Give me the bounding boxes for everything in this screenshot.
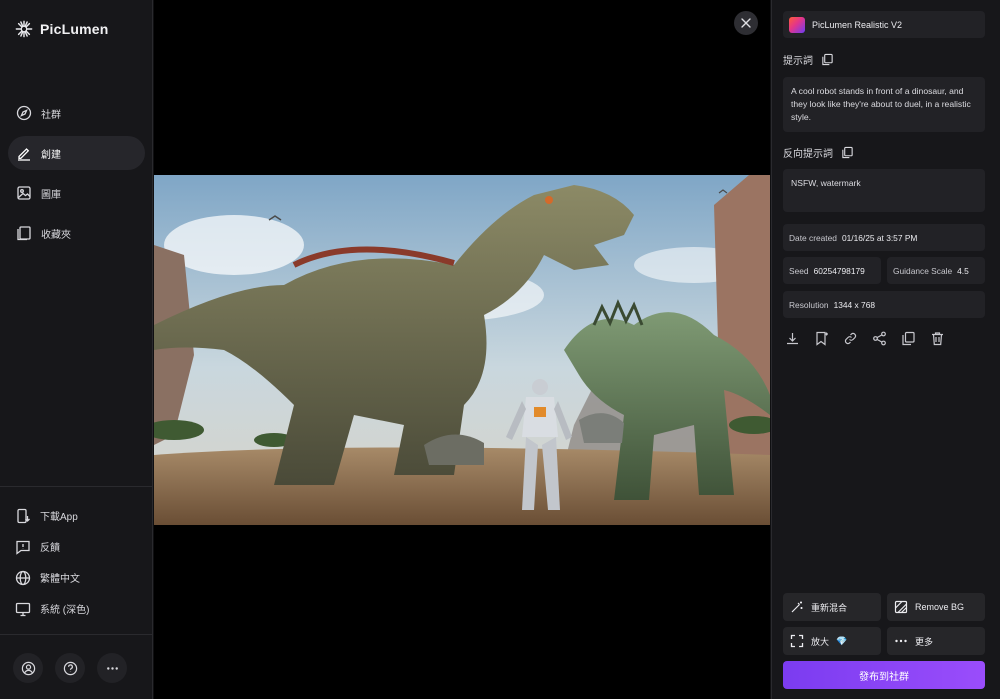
- prompt-label: 提示詞: [783, 56, 813, 67]
- bookmark-button[interactable]: [814, 331, 830, 347]
- sidebar-item-label: 下載App: [40, 512, 78, 523]
- negative-prompt-text: NSFW, watermark: [783, 169, 985, 212]
- sidebar-item-create[interactable]: 創建: [8, 136, 145, 170]
- sidebar-item-language[interactable]: 繁體中文: [0, 562, 153, 593]
- remove-background-icon: [894, 600, 908, 614]
- sidebar-item-label: 創建: [41, 149, 61, 161]
- guidance-scale-value: 4.5: [957, 265, 969, 276]
- download-button[interactable]: [785, 331, 801, 347]
- more-button[interactable]: 更多: [887, 627, 985, 655]
- image-viewer: [154, 0, 770, 699]
- sidebar-item-theme[interactable]: 系統 (深色): [0, 593, 153, 624]
- gallery-icon: [17, 186, 31, 200]
- download-app-icon: [17, 508, 30, 523]
- scene-dinosaur-robot: [154, 175, 770, 525]
- share-icon: [873, 331, 886, 346]
- remix-label: 重新混合: [811, 602, 848, 613]
- sidebar-divider: [0, 486, 153, 487]
- premium-diamond-icon: 💎: [836, 635, 848, 646]
- sidebar-item-feedback[interactable]: 反饋: [0, 531, 153, 562]
- guidance-scale-label: Guidance Scale: [893, 265, 953, 276]
- image-details-panel: PicLumen Realistic V2 提示詞 A cool robot s…: [771, 0, 1000, 699]
- app-logo[interactable]: PicLumen: [15, 20, 109, 38]
- resolution-info: Resolution 1344 x 768: [783, 291, 985, 318]
- sidebar-bottom-nav: 下載App 反饋 繁體中文 系統 (深色): [0, 500, 153, 624]
- help-button[interactable]: [55, 653, 85, 683]
- model-card[interactable]: PicLumen Realistic V2: [783, 11, 985, 38]
- negative-prompt-label: 反向提示詞: [783, 149, 833, 160]
- monitor-icon: [15, 602, 31, 616]
- copy-link-button[interactable]: [843, 331, 859, 347]
- model-name: PicLumen Realistic V2: [812, 19, 903, 30]
- main-nav: 社群 創建 圖庫 收藏夾: [0, 96, 153, 256]
- logo-burst-icon: [15, 20, 33, 38]
- publish-to-community-button[interactable]: 發布到社群: [783, 661, 985, 689]
- magic-wand-icon: [791, 601, 803, 613]
- collection-icon: [17, 226, 31, 241]
- account-button[interactable]: [13, 653, 43, 683]
- date-created-info: Date created 01/16/25 at 3:57 PM: [783, 224, 985, 251]
- sidebar-item-label: 收藏夾: [41, 229, 71, 241]
- publish-label: 發布到社群: [859, 671, 909, 683]
- sidebar-item-label: 圖庫: [41, 189, 61, 201]
- duplicate-button[interactable]: [901, 331, 917, 347]
- delete-button[interactable]: [930, 331, 946, 347]
- globe-icon: [15, 570, 31, 585]
- date-created-value: 01/16/25 at 3:57 PM: [841, 232, 918, 243]
- sidebar-item-label: 社群: [41, 109, 61, 121]
- more-horizontal-icon: [895, 639, 907, 643]
- close-icon: [741, 18, 751, 28]
- sidebar-item-label: 系統 (深色): [40, 605, 90, 616]
- sidebar-item-collection[interactable]: 收藏夾: [8, 216, 145, 250]
- seed-info: Seed 60254798179: [783, 257, 881, 284]
- sidebar-item-download-app[interactable]: 下載App: [0, 500, 153, 531]
- remove-bg-button[interactable]: Remove BG: [887, 593, 985, 621]
- compass-icon: [16, 105, 32, 121]
- expand-icon: [790, 634, 804, 648]
- seed-value: 60254798179: [813, 265, 865, 276]
- sidebar-item-community[interactable]: 社群: [8, 96, 145, 130]
- link-icon: [844, 332, 857, 345]
- more-options-button[interactable]: [97, 653, 127, 683]
- copy-icon[interactable]: [821, 53, 834, 66]
- sidebar-divider: [0, 634, 153, 635]
- share-button[interactable]: [872, 331, 888, 347]
- feedback-icon: [16, 540, 30, 555]
- help-icon: [63, 661, 77, 675]
- download-icon: [787, 333, 798, 345]
- image-action-bar: [785, 331, 946, 347]
- resolution-label: Resolution: [789, 299, 829, 310]
- generated-image[interactable]: [154, 175, 770, 525]
- copy-icon: [902, 331, 915, 346]
- date-created-label: Date created: [789, 232, 837, 243]
- trash-icon: [932, 332, 943, 346]
- sidebar-item-gallery[interactable]: 圖庫: [8, 176, 145, 210]
- user-icon: [21, 661, 35, 675]
- sidebar-item-label: 繁體中文: [40, 574, 80, 585]
- app-name: PicLumen: [40, 21, 109, 37]
- more-horizontal-icon: [106, 666, 118, 670]
- close-button[interactable]: [734, 11, 758, 35]
- negative-prompt-header: 反向提示詞: [783, 145, 854, 160]
- upscale-button[interactable]: 放大 💎: [783, 627, 881, 655]
- more-label: 更多: [915, 636, 934, 647]
- guidance-scale-info: Guidance Scale 4.5: [887, 257, 985, 284]
- bookmark-add-icon: [816, 331, 828, 346]
- pen-icon: [18, 148, 30, 161]
- left-sidebar: PicLumen 社群 創建 圖庫 收藏夾 下載App 反饋 繁體中文 系統 (…: [0, 0, 153, 699]
- remove-bg-label: Remove BG: [915, 602, 965, 612]
- model-logo-icon: [789, 16, 805, 33]
- prompt-text: A cool robot stands in front of a dinosa…: [783, 77, 985, 132]
- prompt-header: 提示詞: [783, 52, 834, 67]
- sidebar-item-label: 反饋: [40, 543, 60, 554]
- seed-label: Seed: [789, 265, 809, 276]
- upscale-label: 放大: [811, 636, 830, 647]
- copy-icon[interactable]: [841, 146, 854, 159]
- remix-button[interactable]: 重新混合: [783, 593, 881, 621]
- resolution-value: 1344 x 768: [833, 299, 876, 310]
- sidebar-footer-actions: [13, 653, 127, 683]
